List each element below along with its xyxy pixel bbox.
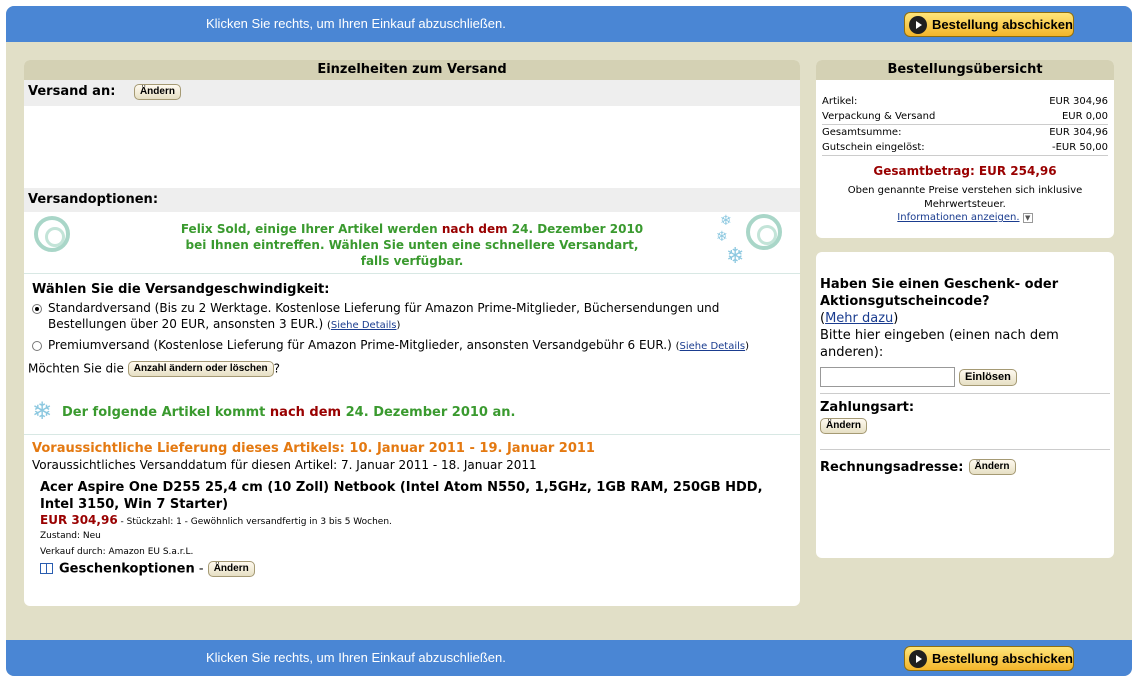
shipping-options-row: Versandoptionen: [24,188,800,212]
swirl-left-icon [34,216,70,252]
summary-row-label: Artikel: [822,96,858,107]
gift-icon [40,562,53,574]
summary-row-label: Verpackung & Versand [822,109,1011,125]
snowflake-icon: ❄ [726,244,745,269]
bottom-action-bar: Klicken Sie rechts, um Ihren Einkauf abz… [6,640,1132,676]
tax-note: Oben genannte Preise verstehen sich inkl… [847,185,1083,210]
play-icon [909,649,927,668]
gift-row: Geschenkoptionen - Ändern [40,561,792,577]
details-link-standard[interactable]: Siehe Details [331,320,397,331]
snowflake-icon: ❄ [32,397,53,425]
change-payment-button[interactable]: Ändern [820,417,867,434]
snowflake-icon: ❄ [716,229,728,245]
product-title: Acer Aspire One D255 25,4 cm (10 Zoll) N… [40,480,763,512]
delivery-notice: ❄ ❄ ❄ Felix Sold, einige Ihrer Artikel w… [24,212,800,274]
summary-row: Verpackung & Versand EUR 0,00 [822,109,1108,125]
ship-to-row: Versand an: Ändern [24,80,800,106]
page-frame: Klicken Sie rechts, um Ihren Einkauf abz… [6,6,1132,676]
summary-row: Gutschein eingelöst: -EUR 50,00 [822,140,1108,156]
summary-row-label: Gutschein eingelöst: [822,140,1011,156]
option-premium-label: Premiumversand (Kostenlose Lieferung für… [48,338,672,352]
info-link[interactable]: Informationen anzeigen. [897,212,1019,223]
chevron-down-icon[interactable]: ▼ [1022,213,1033,223]
notice-line-1: Felix Sold, einige Ihrer Artikel werden … [180,222,644,236]
radio-premium[interactable] [32,341,42,351]
delivery-estimate: Voraussichtliche Lieferung dieses Artike… [32,441,595,456]
snowflake-icon: ❄ [720,213,732,229]
qty-row: Möchten Sie die Anzahl ändern oder lösch… [28,361,281,377]
change-address-button[interactable]: Ändern [133,83,181,100]
payment-label: Zahlungsart: [820,400,915,415]
ship-date: Voraussichtliches Versanddatum für diese… [32,458,537,472]
summary-row-value: EUR 304,96 [1049,96,1108,107]
grand-total: Gesamtbetrag: EUR 254,96 [873,164,1057,178]
change-billing-button[interactable]: Ändern [968,458,1016,475]
summary-row-value: -EUR 50,00 [1010,140,1108,156]
product-price: EUR 304,96 [40,513,118,527]
voucher-panel: Haben Sie einen Geschenk- oder Aktionsgu… [816,252,1114,558]
option-premium[interactable]: Premiumversand (Kostenlose Lieferung für… [32,337,792,355]
product-price-row: EUR 304,96 - Stückzahl: 1 - Gewöhnlich v… [40,513,792,529]
shipping-panel: Einzelheiten zum Versand Versand an: Änd… [24,60,800,606]
ship-to-address-area [24,106,800,188]
radio-standard[interactable] [32,304,42,314]
billing-label: Rechnungsadresse: [820,460,964,475]
change-quantity-button[interactable]: Anzahl ändern oder löschen [127,361,274,377]
submit-order-button-bottom[interactable]: Bestellung abschicken [904,646,1074,671]
change-gift-button[interactable]: Ändern [207,561,255,577]
bottom-bar-text: Klicken Sie rechts, um Ihren Einkauf abz… [206,650,506,665]
shipping-speed-section: Wählen Sie die Versandgeschwindigkeit: S… [24,274,800,355]
voucher-code-input[interactable] [820,367,955,387]
play-icon [909,15,927,34]
speed-title: Wählen Sie die Versandgeschwindigkeit: [32,282,330,297]
swirl-right-icon [746,214,782,250]
order-summary-panel: Bestellungsübersicht Artikel: EUR 304,96 V… [816,60,1114,238]
notice-line-2: bei Ihnen eintreffen. Wählen Sie unten e… [185,238,639,252]
summary-row: Gesamtsumme: EUR 304,96 [822,125,1108,141]
voucher-hint: Bitte hier eingeben (einen nach dem ande… [820,328,1059,360]
item-details: Voraussichtliche Lieferung dieses Artike… [24,435,800,577]
summary-row: Artikel: EUR 304,96 [822,94,1108,109]
summary-row-value: EUR 304,96 [1049,127,1108,138]
top-bar-text: Klicken Sie rechts, um Ihren Einkauf abz… [206,16,506,31]
item-notice: ❄ Der folgende Artikel kommt nach dem 24… [24,391,800,435]
submit-order-label: Bestellung abschicken [932,651,1073,666]
summary-row-label: Gesamtsumme: [822,127,902,138]
summary-table: Artikel: EUR 304,96 Verpackung & Versand EU… [822,94,1108,156]
shipping-options-label: Versandoptionen: [28,192,159,207]
details-link-premium[interactable]: Siehe Details [680,341,746,352]
gift-label: Geschenkoptionen [59,561,195,577]
submit-order-label: Bestellung abschicken [932,17,1073,32]
option-standard[interactable]: Standardversand (Bis zu 2 Werktage. Kost… [32,300,792,334]
product-condition: Zustand: Neu [40,531,101,541]
product-seller: Verkauf durch: Amazon EU S.a.r.L. [40,547,194,557]
notice-line-3: falls verfügbar. [360,254,464,268]
top-action-bar: Klicken Sie rechts, um Ihren Einkauf abz… [6,6,1132,42]
more-info-link[interactable]: Mehr dazu [825,311,893,326]
summary-header: Bestellungsübersicht [816,60,1114,80]
shipping-header: Einzelheiten zum Versand [24,60,800,80]
summary-row-value: EUR 0,00 [1010,109,1108,125]
voucher-title: Haben Sie einen Geschenk- oder Aktionsgu… [820,277,1059,309]
redeem-button[interactable]: Einlösen [959,368,1017,386]
product-qty: - Stückzahl: 1 - Gewöhnlich versandferti… [117,517,392,527]
ship-to-label: Versand an: [28,84,116,99]
submit-order-button-top[interactable]: Bestellung abschicken [904,12,1074,37]
